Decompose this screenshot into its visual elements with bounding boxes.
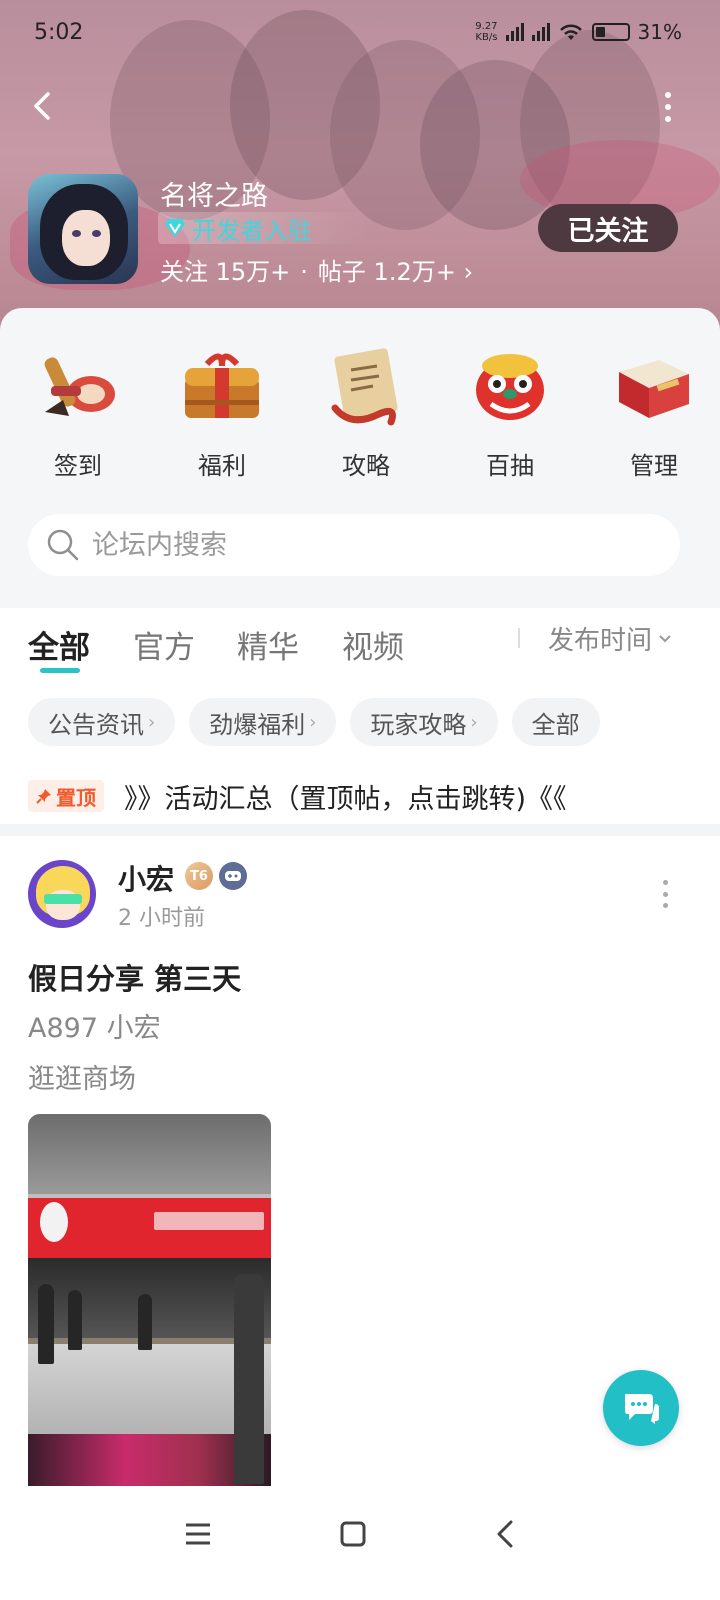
red-book-icon xyxy=(619,360,689,418)
wifi-icon xyxy=(559,24,582,40)
home-icon[interactable] xyxy=(331,1512,375,1556)
chip-all[interactable]: 全部 xyxy=(511,698,600,746)
level-badge: T6 xyxy=(185,862,213,890)
search-input[interactable] xyxy=(92,529,632,561)
avatar[interactable] xyxy=(28,860,96,928)
pinned-title: 》》活动汇总（置顶帖，点击跳转)《《 xyxy=(124,783,567,815)
pinned-post[interactable]: 置顶 》》活动汇总（置顶帖，点击跳转)《《 xyxy=(28,776,708,816)
forum-search-bar[interactable] xyxy=(28,514,680,576)
more-options-icon[interactable] xyxy=(658,92,678,122)
status-time: 5:02 xyxy=(34,20,84,45)
developer-badge: 开发者入驻 xyxy=(158,212,372,245)
developer-badge-label: 开发者入驻 xyxy=(192,216,312,245)
game-app-icon xyxy=(28,174,138,284)
battery-icon xyxy=(591,23,630,41)
search-icon xyxy=(47,529,79,561)
forum-stats[interactable]: 关注 15万+ · 帖子 1.2万+ › xyxy=(160,252,473,287)
gamepad-badge-icon xyxy=(219,862,247,890)
quick-action-draw[interactable]: 百抽 xyxy=(444,328,576,481)
quick-action-label: 签到 xyxy=(54,452,102,480)
section-divider xyxy=(0,824,720,836)
diamond-icon xyxy=(165,219,185,237)
quick-action-label: 福利 xyxy=(198,452,246,480)
chevron-right-icon: › xyxy=(148,711,156,733)
chevron-right-icon: › xyxy=(470,711,478,733)
quick-action-checkin[interactable]: 签到 xyxy=(12,328,144,481)
chip-welfare[interactable]: 劲爆福利 › xyxy=(189,698,337,746)
follower-count: 关注 15万+ xyxy=(160,258,291,286)
lion-dance-icon xyxy=(476,354,544,420)
post-time: 2 小时前 xyxy=(118,906,205,931)
forum-name: 名将之路 xyxy=(160,181,268,212)
tab-official[interactable]: 官方 xyxy=(133,622,195,667)
status-bar: 5:02 9.27 KB/s 31% xyxy=(0,0,720,66)
scroll-map-icon xyxy=(331,348,398,426)
treasure-chest-icon xyxy=(185,353,259,418)
quick-action-guide[interactable]: 攻略 xyxy=(300,328,432,481)
back-nav-icon[interactable] xyxy=(484,1512,528,1556)
tab-featured[interactable]: 精华 xyxy=(237,622,299,667)
category-chips: 公告资讯 › 劲爆福利 › 玩家攻略 › 全部 xyxy=(28,698,600,746)
chip-announcements[interactable]: 公告资讯 › xyxy=(28,698,176,746)
signal-icon xyxy=(531,23,550,41)
chip-player-guides[interactable]: 玩家攻略 › xyxy=(350,698,498,746)
tab-video[interactable]: 视频 xyxy=(342,622,404,667)
chevron-down-icon xyxy=(659,634,671,642)
sort-label: 发布时间 xyxy=(548,626,653,656)
post-more-icon[interactable] xyxy=(660,880,670,908)
quick-action-label: 攻略 xyxy=(342,452,390,480)
back-icon[interactable] xyxy=(24,86,64,126)
tab-all[interactable]: 全部 xyxy=(28,622,90,667)
pin-icon xyxy=(36,789,51,804)
chat-bubble-icon xyxy=(625,1394,659,1424)
quick-action-label: 管理 xyxy=(630,452,678,480)
post-author[interactable]: 小宏 xyxy=(118,858,174,898)
create-post-button[interactable] xyxy=(603,1370,679,1446)
quick-action-welfare[interactable]: 福利 xyxy=(156,328,288,481)
followed-button[interactable]: 已关注 xyxy=(538,204,678,252)
post-body-line: 逛逛商场 xyxy=(28,1064,136,1095)
system-navigation-bar xyxy=(0,1490,720,1600)
chevron-right-icon: › xyxy=(309,711,317,733)
active-tab-indicator xyxy=(40,668,80,673)
forum-card: 签到 福利 攻略 百抽 管理 论坛内搜索 xyxy=(0,308,720,608)
post-count: 帖子 1.2万+ xyxy=(317,258,456,286)
divider xyxy=(518,628,520,648)
quick-action-manage[interactable]: 管理 xyxy=(588,328,720,481)
quick-action-label: 百抽 xyxy=(486,452,534,480)
post-body-line: A897 小宏 xyxy=(28,1013,161,1044)
post-title[interactable]: 假日分享 第三天 xyxy=(28,956,241,998)
post-image[interactable] xyxy=(28,1114,271,1486)
pinned-tag: 置顶 xyxy=(28,780,104,812)
battery-level: 31% xyxy=(637,20,682,44)
brush-scroll-icon xyxy=(44,357,115,416)
sort-dropdown[interactable]: 发布时间 xyxy=(548,620,672,657)
signal-icon xyxy=(505,23,524,41)
chevron-right-icon: › xyxy=(455,258,474,286)
quick-actions: 签到 福利 攻略 百抽 管理 xyxy=(0,328,720,481)
menu-icon[interactable] xyxy=(176,1512,220,1556)
net-speed: 9.27 KB/s xyxy=(475,21,498,43)
status-icons: 9.27 KB/s 31% xyxy=(475,20,682,44)
